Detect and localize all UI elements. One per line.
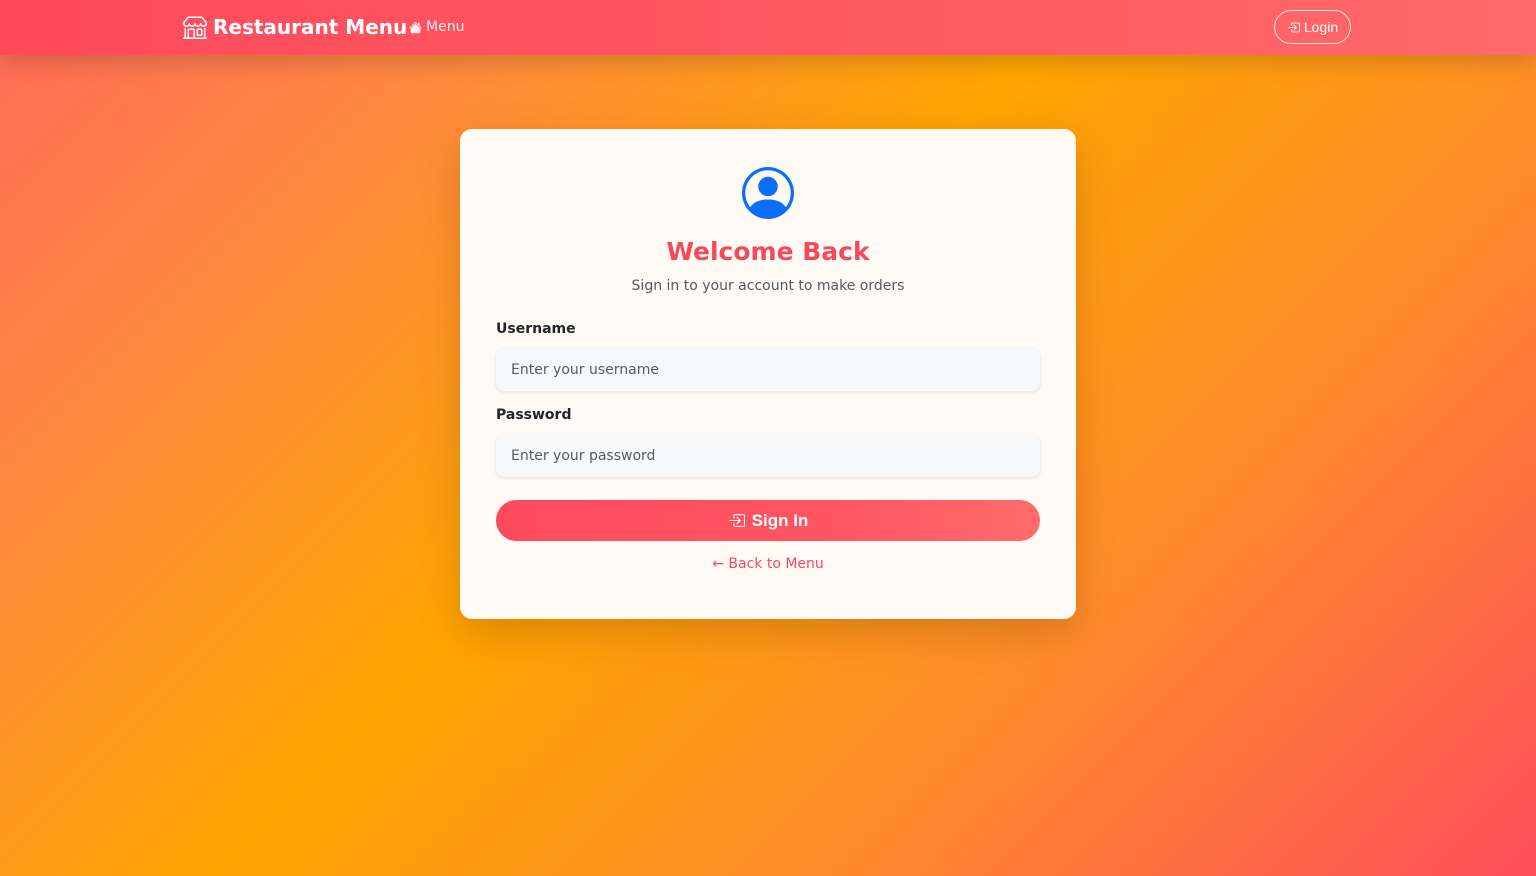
- sign-in-label: Sign In: [751, 510, 809, 530]
- password-input[interactable]: [496, 434, 1040, 477]
- login-button[interactable]: Login: [1274, 10, 1351, 44]
- login-card: Welcome Back Sign in to your account to …: [460, 129, 1076, 619]
- box-arrow-in-right-icon: [728, 514, 745, 527]
- brand-name: Restaurant Menu: [213, 15, 408, 39]
- password-label: Password: [496, 407, 572, 423]
- login-button-label: Login: [1303, 19, 1339, 35]
- person-circle-icon: [742, 167, 794, 219]
- sign-in-button[interactable]: Sign In: [496, 500, 1040, 541]
- top-navbar: Restaurant Menu Menu Login: [0, 0, 1536, 55]
- house-icon: [409, 21, 422, 33]
- brand-link[interactable]: Restaurant Menu: [183, 13, 407, 41]
- back-to-menu-link[interactable]: ← Back to Menu: [460, 556, 1076, 572]
- shop-icon: [183, 16, 207, 39]
- box-arrow-in-right-icon: [1287, 22, 1300, 32]
- username-input[interactable]: [496, 348, 1040, 391]
- nav-menu-label: Menu: [426, 19, 465, 35]
- nav-menu-link[interactable]: Menu: [409, 17, 464, 37]
- page-subtitle: Sign in to your account to make orders: [631, 278, 905, 294]
- username-label: Username: [496, 321, 576, 337]
- page-title: Welcome Back: [666, 237, 870, 266]
